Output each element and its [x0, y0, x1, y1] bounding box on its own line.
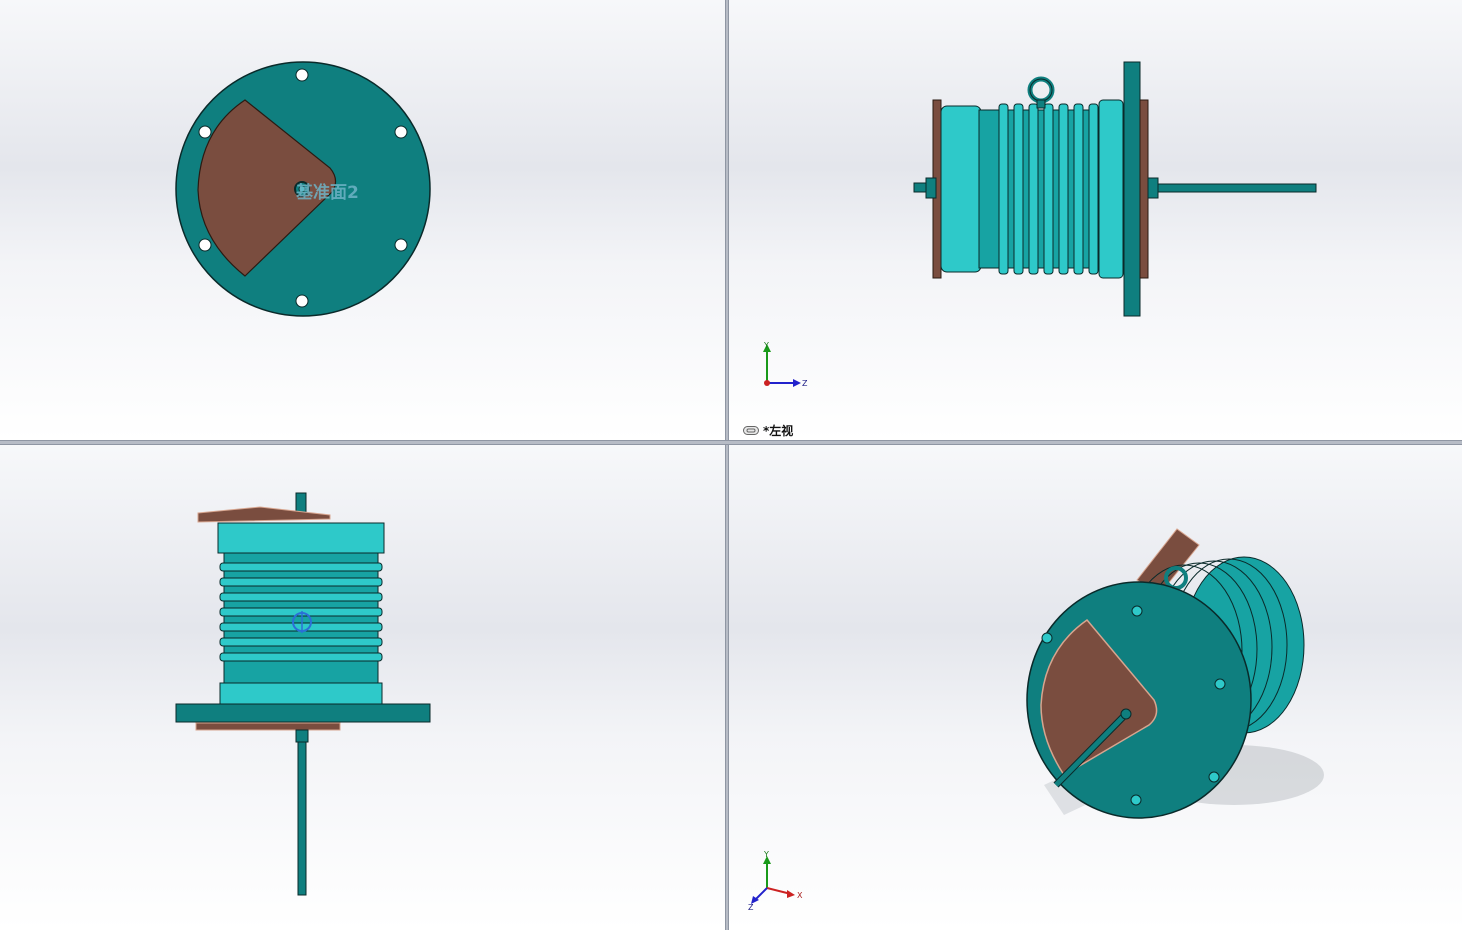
- triad-icon: Y X Z: [748, 850, 803, 912]
- link-icon: [743, 425, 759, 435]
- viewport-left[interactable]: Y Z *左视: [729, 0, 1462, 440]
- front-view-model: 基准面2: [175, 61, 431, 317]
- triad-z-label: Z: [802, 379, 808, 388]
- isometric-view-model: [1026, 528, 1324, 819]
- view-name-text: *左视: [763, 423, 794, 438]
- vertical-splitter[interactable]: [725, 0, 729, 930]
- viewport-front[interactable]: 基准面2: [0, 0, 725, 440]
- triad-icon: Y Z: [763, 341, 808, 388]
- view-name-label: *左视: [743, 422, 793, 438]
- triad-x-label: X: [797, 891, 803, 900]
- horizontal-splitter[interactable]: [0, 440, 1462, 445]
- triad-y-label: Y: [763, 341, 769, 350]
- left-view-model: [913, 61, 1317, 317]
- plane-label: 基准面2: [295, 182, 359, 203]
- triad-y-label: Y: [763, 850, 769, 859]
- top-view-model: [175, 492, 431, 896]
- triad-z-label: Z: [748, 903, 754, 912]
- viewport-top[interactable]: [0, 445, 725, 930]
- viewport-isometric[interactable]: Y X Z: [729, 445, 1462, 930]
